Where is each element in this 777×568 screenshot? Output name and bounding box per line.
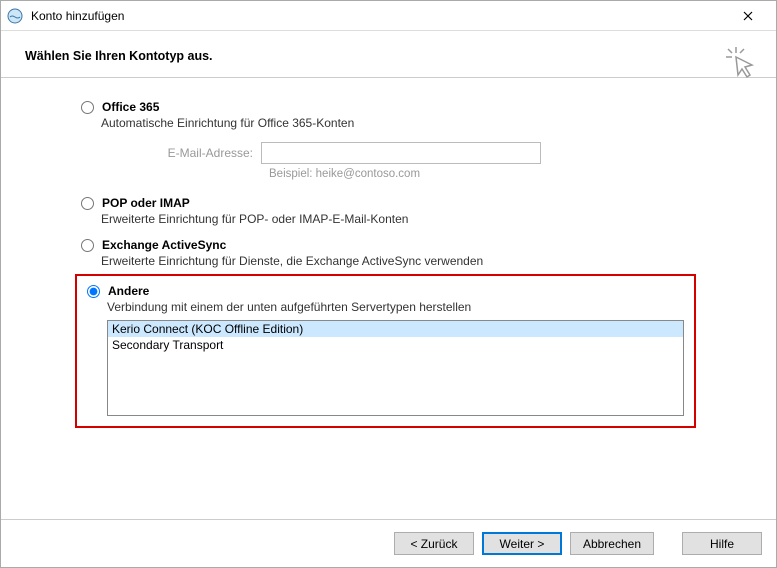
email-input bbox=[261, 142, 541, 164]
desc-pop-imap: Erweiterte Einrichtung für POP- oder IMA… bbox=[101, 212, 756, 226]
list-item[interactable]: Secondary Transport bbox=[108, 337, 683, 353]
radio-other[interactable] bbox=[87, 285, 100, 298]
server-type-listbox[interactable]: Kerio Connect (KOC Offline Edition) Seco… bbox=[107, 320, 684, 416]
option-other[interactable]: Andere bbox=[87, 284, 684, 298]
close-button[interactable] bbox=[726, 2, 770, 30]
option-exchange-activesync[interactable]: Exchange ActiveSync bbox=[81, 238, 756, 252]
back-button[interactable]: < Zurück bbox=[394, 532, 474, 555]
label-eas: Exchange ActiveSync bbox=[102, 238, 226, 252]
wizard-header: Wählen Sie Ihren Kontotyp aus. bbox=[1, 31, 776, 78]
footer: < Zurück Weiter > Abbrechen Hilfe bbox=[1, 519, 776, 567]
option-pop-imap[interactable]: POP oder IMAP bbox=[81, 196, 756, 210]
next-button[interactable]: Weiter > bbox=[482, 532, 562, 555]
radio-exchange-activesync[interactable] bbox=[81, 239, 94, 252]
label-pop-imap: POP oder IMAP bbox=[102, 196, 190, 210]
window-title: Konto hinzufügen bbox=[31, 9, 726, 23]
email-row: E-Mail-Adresse: bbox=[101, 142, 756, 164]
highlight-other: Andere Verbindung mit einem der unten au… bbox=[75, 274, 696, 428]
dialog-window: Konto hinzufügen Wählen Sie Ihren Kontot… bbox=[0, 0, 777, 568]
app-icon bbox=[7, 8, 23, 24]
account-type-group: Office 365 Automatische Einrichtung für … bbox=[81, 100, 756, 428]
desc-office365: Automatische Einrichtung für Office 365-… bbox=[101, 116, 756, 130]
titlebar: Konto hinzufügen bbox=[1, 1, 776, 31]
email-example: Beispiel: heike@contoso.com bbox=[269, 168, 756, 180]
list-item[interactable]: Kerio Connect (KOC Offline Edition) bbox=[108, 321, 683, 337]
radio-pop-imap[interactable] bbox=[81, 197, 94, 210]
label-office365: Office 365 bbox=[102, 100, 159, 114]
radio-office365[interactable] bbox=[81, 101, 94, 114]
content-area: Office 365 Automatische Einrichtung für … bbox=[1, 78, 776, 519]
header-title: Wählen Sie Ihren Kontotyp aus. bbox=[25, 49, 752, 63]
option-office365[interactable]: Office 365 bbox=[81, 100, 756, 114]
email-label: E-Mail-Adresse: bbox=[101, 146, 261, 160]
desc-eas: Erweiterte Einrichtung für Dienste, die … bbox=[101, 254, 756, 268]
label-other: Andere bbox=[108, 284, 149, 298]
cursor-click-icon bbox=[724, 45, 760, 84]
cancel-button[interactable]: Abbrechen bbox=[570, 532, 654, 555]
desc-other: Verbindung mit einem der unten aufgeführ… bbox=[107, 300, 684, 314]
help-button[interactable]: Hilfe bbox=[682, 532, 762, 555]
